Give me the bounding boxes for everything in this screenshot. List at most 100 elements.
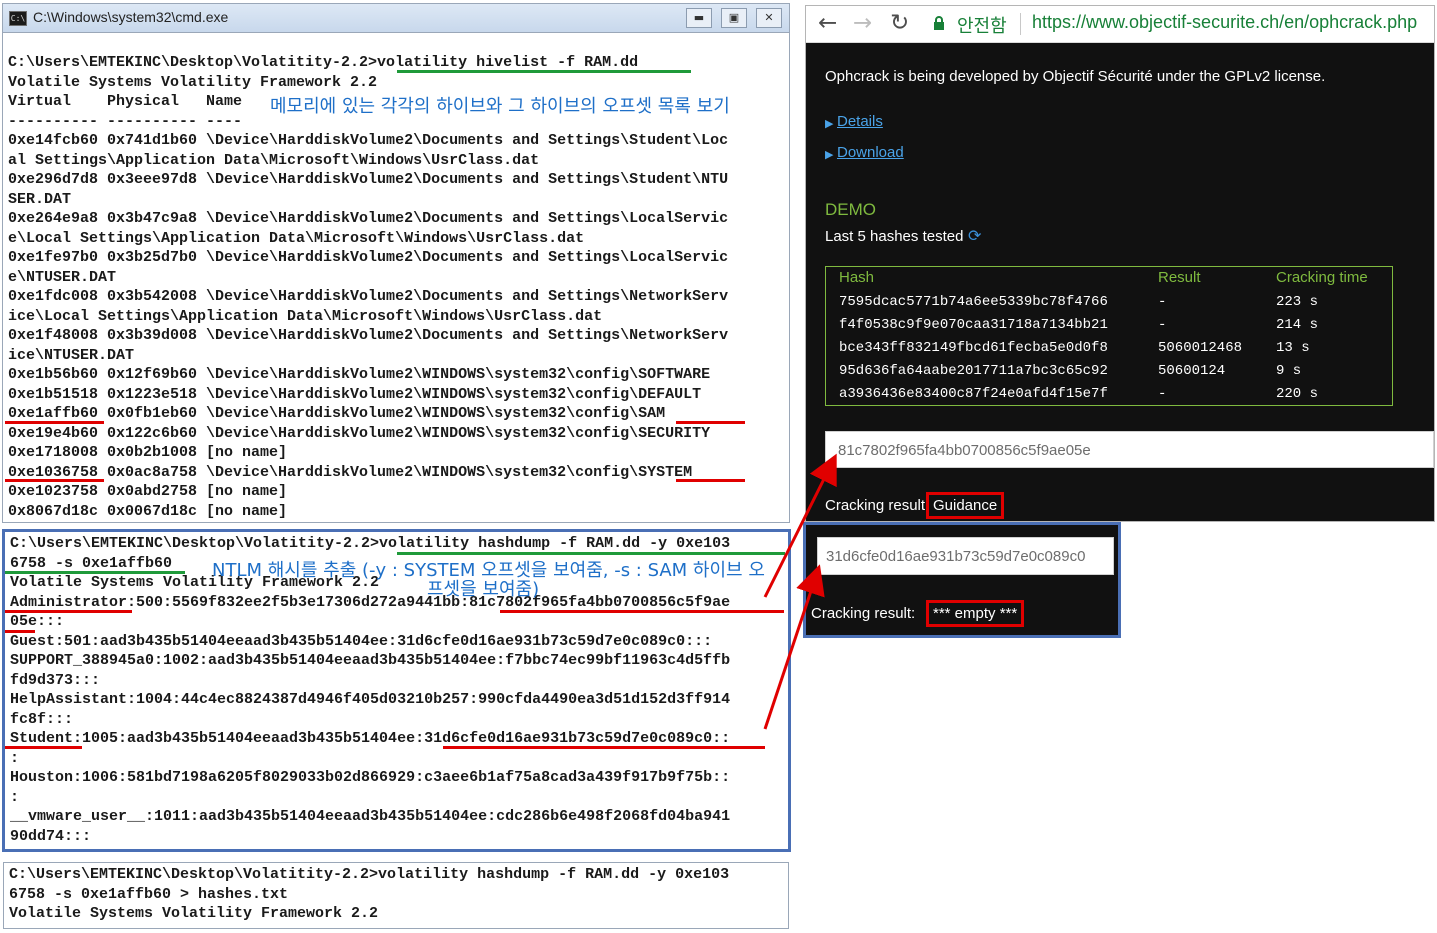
result-cell: 50600124 — [1158, 363, 1226, 379]
console-line: 0xe1fe97b0 0x3b25d7b0 \Device\HarddiskVo… — [8, 249, 729, 266]
cracking-result-value-2: *** empty *** — [926, 600, 1025, 627]
hashdump-command-underline-2 — [5, 571, 185, 574]
console-line: e\NTUSER.DAT — [8, 268, 117, 286]
refresh-icon[interactable]: ⟳ — [968, 226, 981, 245]
console-line: 0xe19e4b60 0x122c6b60 \Device\HarddiskVo… — [8, 424, 711, 442]
console-line: Virtual Physical Name — [8, 93, 243, 110]
console-line: __vmware_user__:1011:aad3b435b51404eeaad… — [10, 808, 731, 825]
administrator-hash-underline-2 — [5, 630, 35, 633]
console-line: Houston:1006:581bd7198a6205f8029033b02d8… — [10, 769, 731, 786]
table-header-cracking-time: Cracking time — [1276, 269, 1368, 286]
cmd-window-title: C:\Windows\system32\cmd.exe — [33, 9, 229, 25]
console-line: 0xe1b51518 0x1223e518 \Device\HarddiskVo… — [8, 385, 702, 403]
administrator-underline — [5, 610, 132, 613]
second-crack-panel: 31d6cfe0d16ae931b73c59d7e0c089c0 Crackin… — [803, 522, 1121, 638]
result-cell: - — [1158, 386, 1167, 402]
system-name-underline — [676, 479, 745, 482]
console-line: ice\NTUSER.DAT — [8, 346, 135, 364]
time-cell: 13 s — [1276, 340, 1310, 356]
hash-input-field[interactable]: 81c7802f965fa4bb0700856c5f9ae05e — [825, 431, 1434, 468]
browser-window: ← → ↻ 안전함 https://www.objectif-securite.… — [805, 5, 1435, 522]
result-cell: - — [1158, 294, 1167, 310]
console-line: 0xe1affb60 0x0fb1eb60 \Device\HarddiskVo… — [8, 405, 666, 422]
reload-icon[interactable]: ↻ — [890, 10, 909, 36]
hash-cell: a3936436e83400c87f24e0afd4f15e7f — [839, 386, 1108, 402]
address-bar: ← → ↻ 안전함 https://www.objectif-securite.… — [806, 6, 1434, 43]
console-line: 0xe1b56b60 0x12f69b60 \Device\HarddiskVo… — [8, 366, 711, 383]
intro-text: Ophcrack is being developed by Objectif … — [825, 68, 1326, 85]
console-line: 0xe14fcb60 0x741d1b60 \Device\HarddiskVo… — [8, 132, 729, 149]
last-tested-label: Last 5 hashes tested — [825, 228, 964, 245]
console-line: ice\Local Settings\Application Data\Micr… — [8, 307, 603, 325]
download-link[interactable]: Download — [837, 144, 904, 161]
console-line: Guest:501:aad3b435b51404eeaad3b435b51404… — [10, 632, 713, 650]
hivelist-command-underline — [397, 70, 691, 73]
secure-label[interactable]: 안전함 — [957, 12, 1007, 38]
console-line: fd9d373::: — [10, 671, 101, 689]
hashdump-annotation-line2: 프셋을 보여줌) — [427, 579, 540, 600]
cmd-app-icon: C:\ — [9, 11, 27, 26]
hash-cell: f4f0538c9f9e070caa31718a7134bb21 — [839, 317, 1108, 333]
console-line: 0xe1036758 0x0ac8a758 \Device\HarddiskVo… — [8, 463, 693, 481]
cmd-window: C:\ C:\Windows\system32\cmd.exe ▬ ▣ ✕ C:… — [2, 3, 790, 523]
demo-heading: DEMO — [825, 200, 876, 219]
console-line: fc8f::: — [10, 710, 74, 728]
result-cell: 5060012468 — [1158, 340, 1243, 356]
back-arrow-icon[interactable]: ← — [818, 10, 837, 36]
sam-name-underline — [676, 421, 745, 424]
console-line: 0xe1023758 0x0abd2758 [no name] — [8, 483, 288, 500]
maximize-button[interactable]: ▣ — [721, 8, 747, 28]
time-cell: 214 s — [1276, 317, 1319, 333]
url-field[interactable]: https://www.objectif-securite.ch/en/ophc… — [1032, 12, 1417, 33]
console-line: ---------- ---------- ---- — [8, 112, 243, 130]
console-line: 0xe264e9a8 0x3b47c9a8 \Device\HarddiskVo… — [8, 210, 729, 227]
hivelist-annotation: 메모리에 있는 각각의 하이브와 그 하이브의 오프셋 목록 보기 — [270, 96, 730, 117]
cmd-titlebar[interactable]: C:\ C:\Windows\system32\cmd.exe ▬ ▣ ✕ — [3, 4, 789, 33]
time-cell: 9 s — [1276, 363, 1302, 379]
student-hash-underline — [443, 746, 765, 749]
console-line: HelpAssistant:1004:44c4ec8824387d4946f40… — [10, 691, 731, 708]
minimize-button[interactable]: ▬ — [686, 8, 712, 28]
console-line: 0xe1f48008 0x3b39d008 \Device\HarddiskVo… — [8, 327, 729, 344]
console-line: Volatile Systems Volatility Framework 2.… — [8, 73, 378, 91]
console-line: SUPPORT_388945a0:1002:aad3b435b51404eeaa… — [10, 652, 731, 669]
close-button[interactable]: ✕ — [756, 8, 782, 28]
triangle-bullet-icon: ▶ — [825, 117, 834, 130]
triangle-bullet-icon: ▶ — [825, 148, 834, 161]
console-line: 0xe1fdc008 0x3b542008 \Device\HarddiskVo… — [8, 288, 729, 305]
details-link[interactable]: Details — [837, 113, 883, 130]
table-header-hash: Hash — [839, 269, 875, 286]
console-line: e\Local Settings\Application Data\Micros… — [8, 229, 585, 247]
cracking-result-label-2: Cracking result: — [811, 605, 916, 622]
hash-cell: bce343ff832149fbcd61fecba5e0d0f8 — [839, 340, 1108, 356]
student-underline — [5, 746, 82, 749]
console-line: 0xe1718008 0x0b2b1008 [no name] — [8, 444, 288, 461]
system-offset-underline — [5, 479, 104, 482]
console-line: 6758 -s 0xe1affb60 > hashes.txt — [9, 885, 289, 903]
lock-icon — [934, 16, 944, 30]
time-cell: 220 s — [1276, 386, 1319, 402]
hash-table: Hash Result Cracking time 7595dcac5771b7… — [825, 266, 1393, 406]
console-line: : — [10, 788, 20, 806]
console-line: 0x8067d18c 0x0067d18c [no name] — [8, 502, 288, 520]
time-cell: 223 s — [1276, 294, 1319, 310]
url-separator — [1020, 13, 1021, 35]
hash-cell: 95d636fa64aabe2017711a7bc3c65c92 — [839, 363, 1108, 379]
cracking-result-value: Guidance — [926, 492, 1005, 519]
sam-offset-underline — [5, 421, 104, 424]
console-line: 90dd74::: — [10, 827, 92, 845]
forward-arrow-icon[interactable]: → — [853, 10, 872, 36]
console-line: C:\Users\EMTEKINC\Desktop\Volatitity-2.2… — [9, 866, 730, 883]
table-header-result: Result — [1158, 269, 1201, 286]
console-line: al Settings\Application Data\Microsoft\W… — [8, 151, 540, 169]
administrator-hash-underline-1 — [500, 610, 784, 613]
cracking-result-label: Cracking result: — [825, 497, 930, 514]
console-line: : — [10, 749, 20, 767]
console-line: SER.DAT — [8, 190, 72, 208]
hashdump-command-underline-1 — [397, 552, 785, 555]
hash-cell: 7595dcac5771b74a6ee5339bc78f4766 — [839, 294, 1108, 310]
hashdump-console: C:\Users\EMTEKINC\Desktop\Volatitity-2.2… — [2, 529, 791, 852]
hash-input-field-2[interactable]: 31d6cfe0d16ae931b73c59d7e0c089c0 — [817, 537, 1114, 575]
console-line: Volatile Systems Volatility Framework 2.… — [9, 905, 379, 922]
console-line: 0xe296d7d8 0x3eee97d8 \Device\HarddiskVo… — [8, 171, 729, 188]
